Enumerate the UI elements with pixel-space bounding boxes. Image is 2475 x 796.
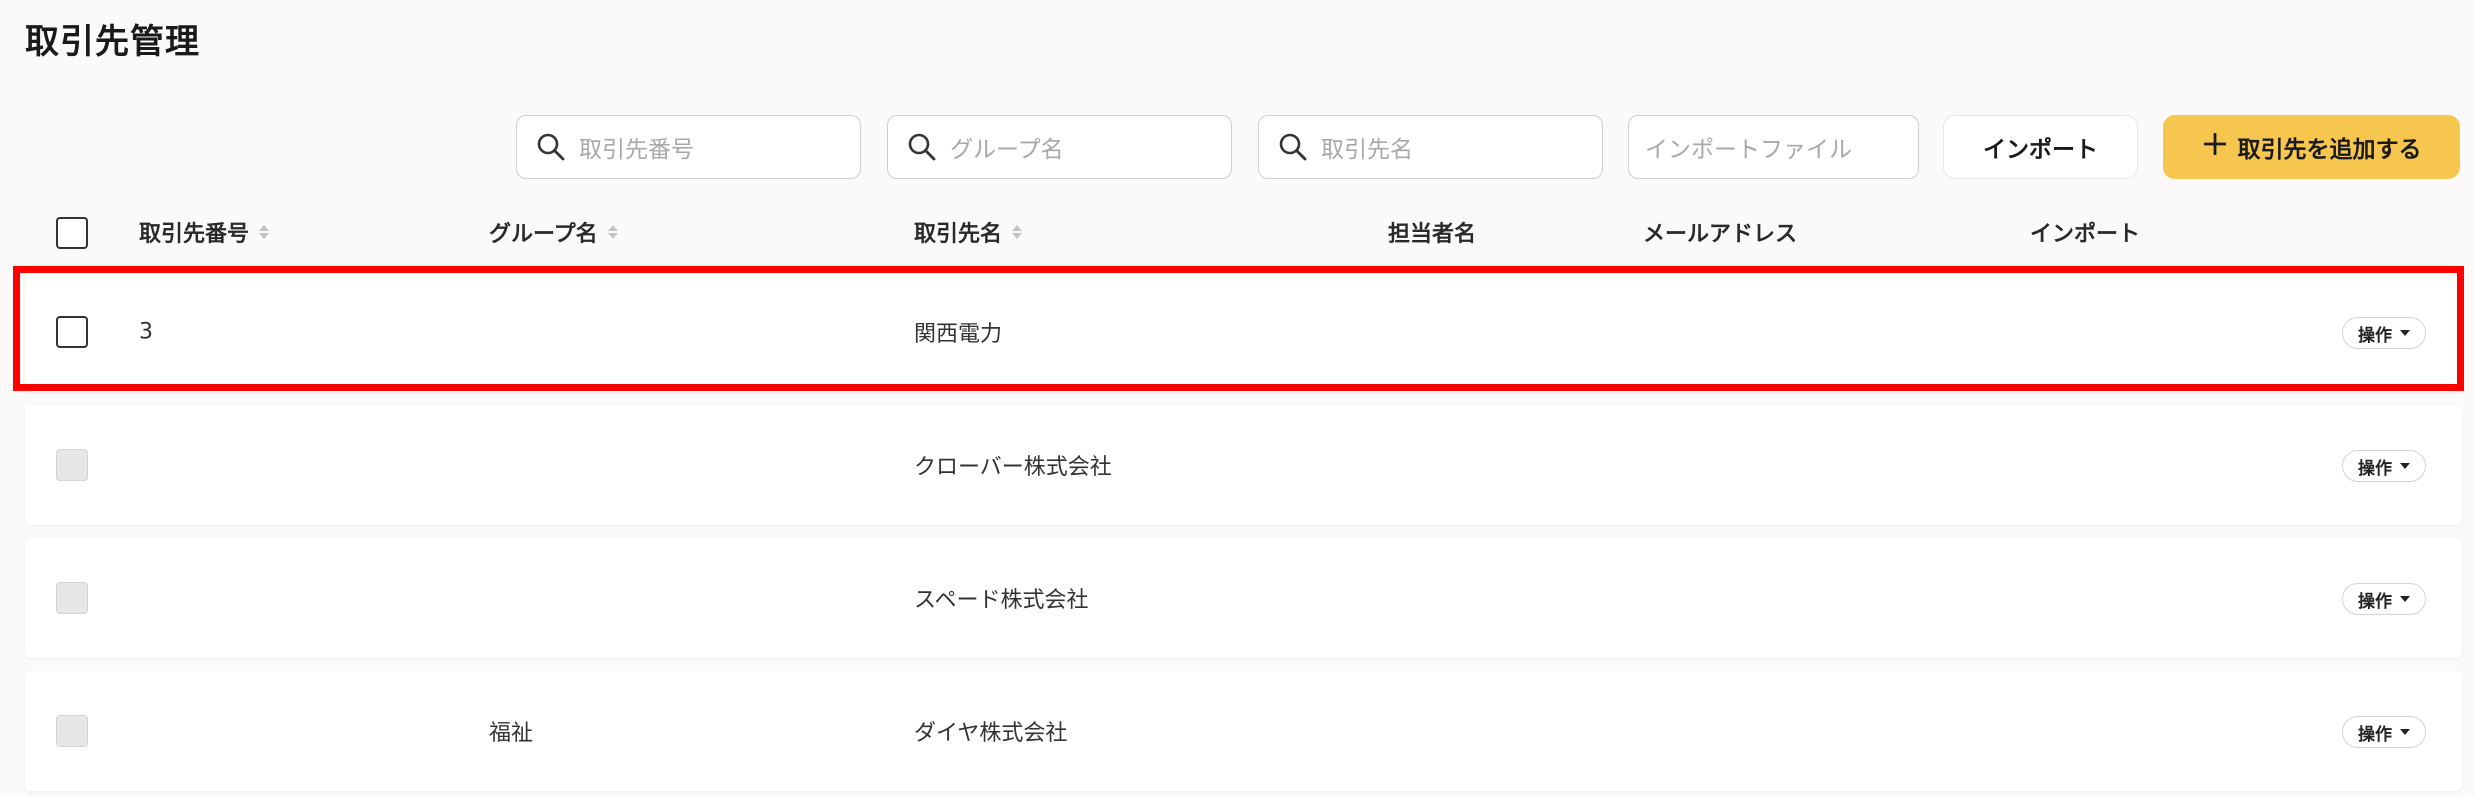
select-all-checkbox[interactable] — [56, 217, 88, 249]
cell-name: クローバー株式会社 — [914, 455, 1112, 480]
operation-label: 操作 — [2358, 325, 2392, 346]
header-number[interactable]: 取引先番号 — [139, 216, 270, 248]
operation-dropdown-button[interactable]: 操作 — [2342, 317, 2426, 349]
row-checkbox — [56, 715, 88, 747]
table-row[interactable]: スペード株式会社 操作 — [25, 538, 2462, 658]
search-icon — [523, 115, 579, 179]
sort-icon[interactable] — [1012, 225, 1023, 239]
operation-label: 操作 — [2358, 724, 2392, 745]
add-partner-label: 取引先を追加する — [2237, 137, 2422, 163]
operation-label: 操作 — [2358, 591, 2392, 612]
page-title: 取引先管理 — [25, 22, 200, 62]
plus-icon — [2202, 131, 2228, 163]
caret-down-icon — [2400, 330, 2410, 336]
header-import-label: インポート — [2030, 222, 2141, 247]
operation-label: 操作 — [2358, 458, 2392, 479]
header-name-label: 取引先名 — [914, 222, 1003, 247]
table-row[interactable]: クローバー株式会社 操作 — [25, 405, 2462, 525]
caret-down-icon — [2400, 596, 2410, 602]
header-group-label: グループ名 — [489, 222, 598, 247]
search-name-placeholder: 取引先名 — [1321, 137, 1413, 163]
header-person: 担当者名 — [1388, 216, 1476, 248]
header-email-label: メールアドレス — [1643, 222, 1798, 247]
operation-dropdown-button[interactable]: 操作 — [2342, 450, 2426, 482]
import-file-input[interactable]: インポートファイル — [1628, 115, 1919, 179]
header-person-label: 担当者名 — [1388, 222, 1477, 247]
add-partner-button[interactable]: 取引先を追加する — [2163, 115, 2460, 179]
page: 取引先管理 取引先番号 グループ名 取引先名 インポートファイル インポート 取… — [0, 0, 2475, 796]
sort-icon[interactable] — [607, 225, 618, 239]
header-group[interactable]: グループ名 — [489, 216, 618, 248]
row-checkbox — [56, 449, 88, 481]
search-group-placeholder: グループ名 — [950, 137, 1064, 163]
header-number-label: 取引先番号 — [139, 222, 250, 247]
caret-down-icon — [2400, 463, 2410, 469]
search-number-placeholder: 取引先番号 — [579, 137, 694, 163]
operation-dropdown-button[interactable]: 操作 — [2342, 716, 2426, 748]
row-checkbox[interactable] — [56, 316, 88, 348]
table-row[interactable]: 福祉 ダイヤ株式会社 操作 — [25, 671, 2462, 791]
sort-icon[interactable] — [259, 225, 270, 239]
search-icon — [1265, 115, 1321, 179]
header-import: インポート — [2030, 216, 2140, 248]
header-name[interactable]: 取引先名 — [914, 216, 1023, 248]
search-group-input[interactable]: グループ名 — [887, 115, 1232, 179]
search-icon — [894, 115, 950, 179]
header-email: メールアドレス — [1643, 216, 1797, 248]
search-number-input[interactable]: 取引先番号 — [516, 115, 861, 179]
import-button[interactable]: インポート — [1943, 115, 2138, 179]
cell-name: ダイヤ株式会社 — [914, 721, 1068, 746]
caret-down-icon — [2400, 729, 2410, 735]
search-name-input[interactable]: 取引先名 — [1258, 115, 1603, 179]
operation-dropdown-button[interactable]: 操作 — [2342, 583, 2426, 615]
table-row[interactable]: 3 関西電力 操作 — [25, 272, 2462, 392]
cell-group: 福祉 — [489, 721, 534, 746]
cell-name: スペード株式会社 — [914, 588, 1089, 613]
row-checkbox — [56, 582, 88, 614]
cell-number: 3 — [139, 319, 153, 345]
cell-name: 関西電力 — [914, 322, 1003, 347]
